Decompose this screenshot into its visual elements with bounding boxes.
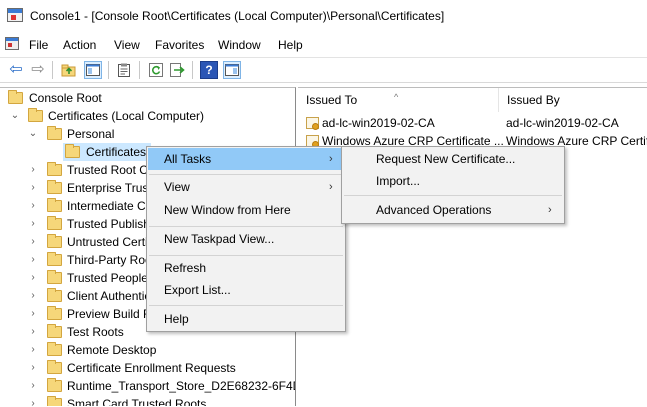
menu-separator [149, 305, 343, 306]
chevron-right-icon[interactable]: › [28, 341, 38, 359]
chevron-right-icon[interactable]: › [28, 359, 38, 377]
folder-icon [47, 360, 62, 374]
folder-icon [8, 90, 23, 104]
column-header-issued-to[interactable]: Issued To ^ [298, 88, 499, 112]
menu-item-refresh[interactable]: Refresh [148, 257, 344, 279]
column-header-issued-by[interactable]: Issued By [499, 88, 647, 112]
clipboard-icon[interactable] [115, 61, 133, 79]
help-icon[interactable]: ? [200, 61, 218, 79]
chevron-right-icon[interactable]: › [28, 233, 38, 251]
mmc-console-icon[interactable] [7, 8, 23, 22]
folder-icon [47, 252, 62, 266]
menu-view[interactable]: View [114, 38, 140, 52]
menu-window[interactable]: Window [218, 38, 261, 52]
certificate-list[interactable]: Issued To ^ Issued By ad-lc-win2019-02-C… [298, 87, 647, 407]
menu-file[interactable]: File [29, 38, 48, 52]
menu-separator [149, 255, 343, 256]
chevron-right-icon: › [548, 204, 552, 216]
context-menu: All Tasks › View › New Window from Here … [146, 146, 346, 332]
list-row[interactable]: ad-lc-win2019-02-CA ad-lc-win2019-02-CA [298, 114, 647, 132]
folder-icon [65, 144, 80, 158]
folder-icon [28, 108, 43, 122]
window-title: Console1 - [Console Root\Certificates (L… [30, 9, 445, 23]
folder-icon [47, 180, 62, 194]
folder-icon [47, 324, 62, 338]
tree-item-remote-desktop[interactable]: › Remote Desktop [0, 341, 295, 359]
back-icon[interactable]: ⇦ [7, 61, 25, 79]
console-menu-icon[interactable] [5, 37, 19, 50]
menu-item-view[interactable]: View › [148, 176, 344, 198]
chevron-right-icon[interactable]: › [28, 395, 38, 406]
chevron-down-icon[interactable]: ⌄ [10, 107, 20, 125]
tree-item-smart-card-roots[interactable]: › Smart Card Trusted Roots [0, 395, 295, 406]
folder-icon [47, 126, 62, 140]
menu-separator [149, 174, 343, 175]
tree-item-certificates-local-computer[interactable]: ⌄ Certificates (Local Computer) [0, 107, 295, 125]
menu-favorites[interactable]: Favorites [155, 38, 204, 52]
chevron-right-icon[interactable]: › [28, 179, 38, 197]
chevron-right-icon[interactable]: › [28, 323, 38, 341]
export-icon[interactable] [169, 61, 187, 79]
tree-item-console-root[interactable]: Console Root [0, 89, 295, 107]
tree-item-enrollment-requests[interactable]: › Certificate Enrollment Requests [0, 359, 295, 377]
folder-icon [47, 234, 62, 248]
action-pane-icon[interactable] [223, 61, 241, 79]
toolbar-separator [139, 61, 140, 79]
menu-item-new-taskpad[interactable]: New Taskpad View... [148, 228, 344, 250]
chevron-right-icon: › [329, 181, 333, 193]
folder-icon [47, 396, 62, 406]
menu-item-help[interactable]: Help [148, 308, 344, 330]
tree-item-runtime-transport-store[interactable]: › Runtime_Transport_Store_D2E68232-6F4D-… [0, 377, 295, 395]
folder-icon [47, 306, 62, 320]
toolbar-separator [108, 61, 109, 79]
toolbar-separator [192, 61, 193, 79]
forward-icon[interactable]: ⇨ [29, 61, 47, 79]
chevron-right-icon[interactable]: › [28, 377, 38, 395]
folder-icon [47, 288, 62, 302]
menu-separator [149, 226, 343, 227]
chevron-right-icon[interactable]: › [28, 161, 38, 179]
folder-icon [47, 162, 62, 176]
folder-icon [47, 342, 62, 356]
chevron-right-icon[interactable]: › [28, 251, 38, 269]
menu-help[interactable]: Help [278, 38, 303, 52]
up-folder-icon[interactable] [60, 61, 78, 79]
chevron-down-icon[interactable]: ⌄ [28, 125, 38, 143]
chevron-right-icon[interactable]: › [28, 287, 38, 305]
menu-item-all-tasks[interactable]: All Tasks › [148, 148, 344, 170]
folder-icon [47, 378, 62, 392]
folder-icon [47, 270, 62, 284]
show-hide-tree-icon[interactable] [84, 61, 102, 79]
certificate-icon [306, 117, 319, 130]
chevron-right-icon[interactable]: › [28, 269, 38, 287]
toolbar-separator [52, 61, 53, 79]
sort-ascending-icon: ^ [394, 92, 399, 102]
menu-item-new-window[interactable]: New Window from Here [148, 199, 344, 221]
menu-item-export-list[interactable]: Export List... [148, 279, 344, 301]
chevron-right-icon[interactable]: › [28, 305, 38, 323]
menu-item-advanced-operations[interactable]: Advanced Operations › [343, 199, 563, 221]
chevron-right-icon[interactable]: › [28, 197, 38, 215]
tree-item-personal[interactable]: ⌄ Personal [0, 125, 295, 143]
menu-bar [0, 34, 647, 54]
refresh-icon[interactable] [147, 61, 165, 79]
all-tasks-submenu: Request New Certificate... Import... Adv… [341, 146, 565, 224]
folder-icon [47, 216, 62, 230]
chevron-right-icon[interactable]: › [28, 215, 38, 233]
folder-icon [47, 198, 62, 212]
menu-item-import[interactable]: Import... [343, 170, 563, 192]
menu-separator [344, 195, 562, 196]
title-bar: Console1 - [Console Root\Certificates (L… [0, 0, 647, 30]
menu-action[interactable]: Action [63, 38, 96, 52]
chevron-right-icon: › [329, 153, 333, 165]
menu-item-request-new-certificate[interactable]: Request New Certificate... [343, 148, 563, 170]
